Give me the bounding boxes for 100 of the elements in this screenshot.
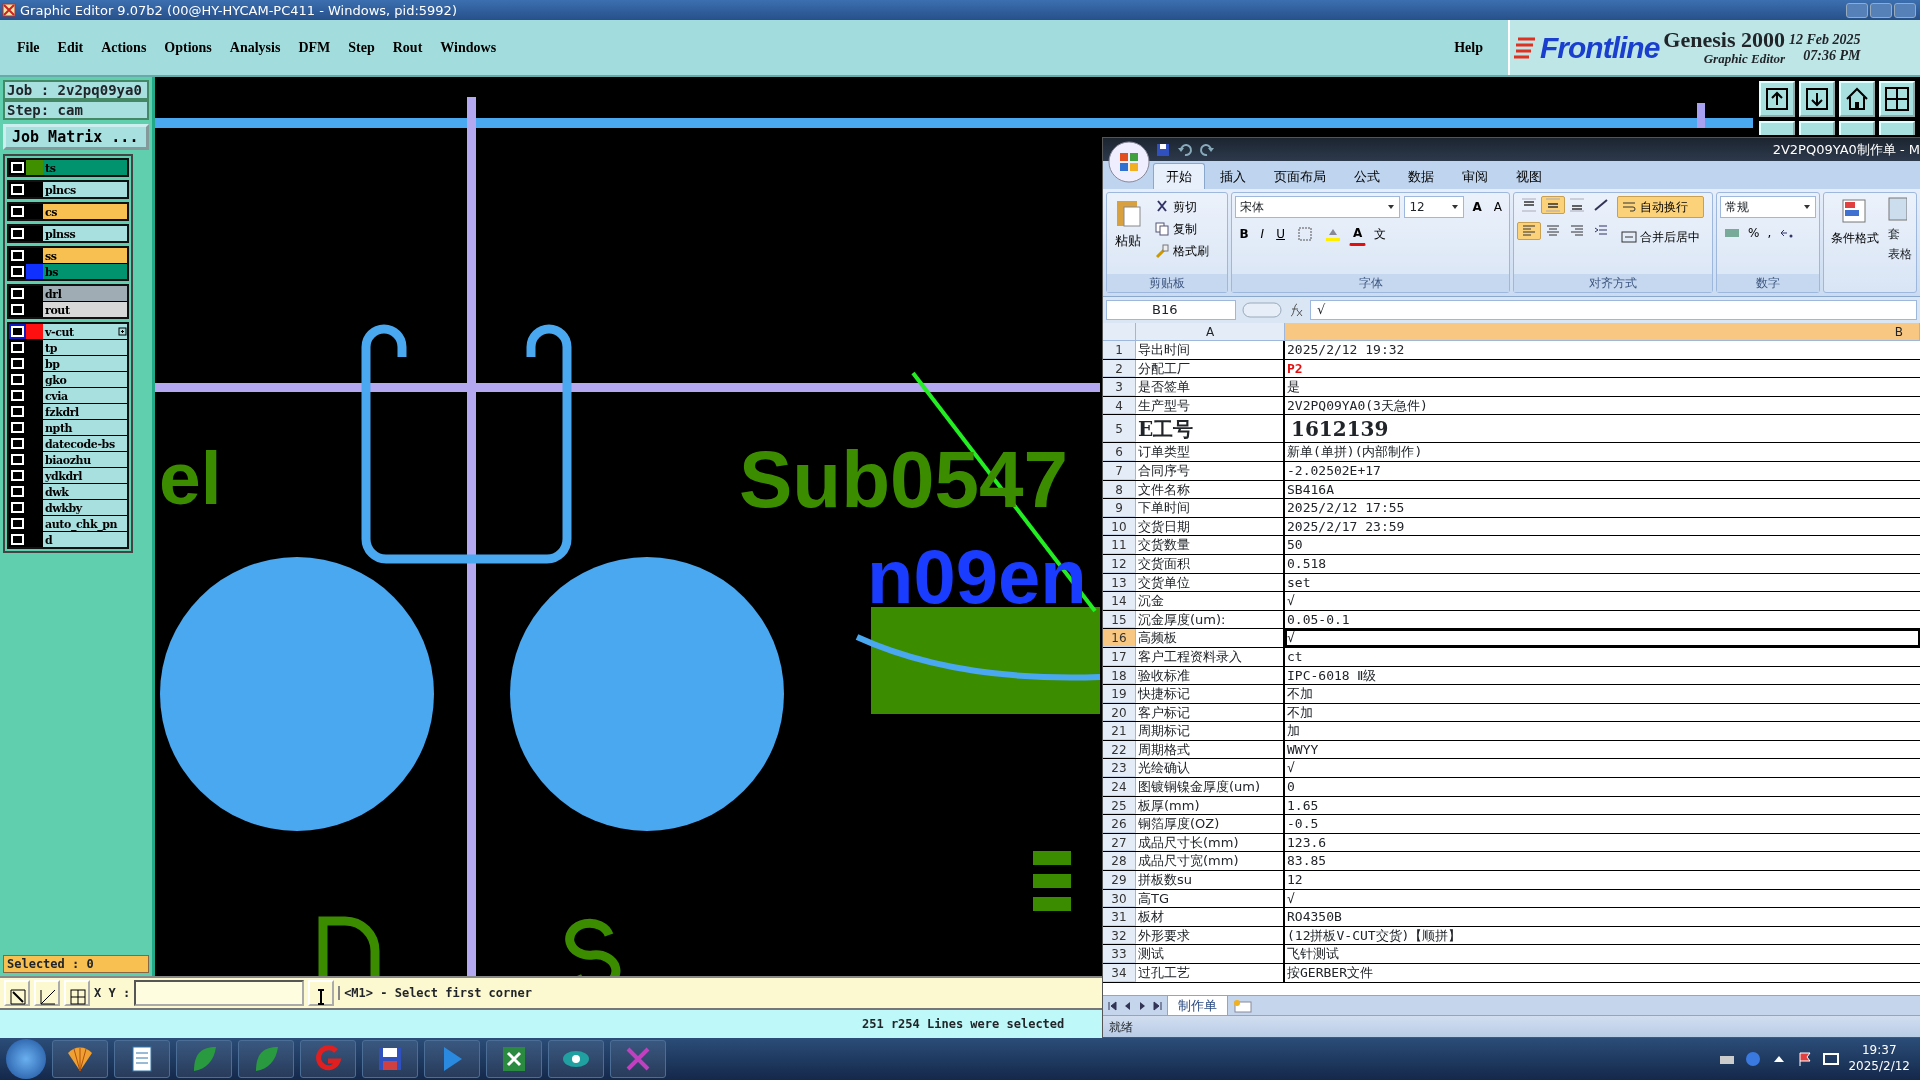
monitor-icon[interactable] — [1822, 1050, 1841, 1068]
copy-button[interactable]: 复制 — [1150, 218, 1213, 240]
toolbar-button[interactable] — [1879, 81, 1915, 117]
name-box[interactable]: B16 — [1106, 300, 1236, 320]
layer-checkbox[interactable] — [9, 420, 26, 435]
row-header[interactable]: 31 — [1103, 908, 1136, 926]
row-header[interactable]: 14 — [1103, 592, 1136, 610]
column-header[interactable]: A — [1136, 323, 1285, 340]
layer-name[interactable]: d — [43, 532, 127, 547]
layer-name[interactable]: v-cut — [43, 324, 118, 339]
row-header[interactable]: 21 — [1103, 722, 1136, 740]
layer-checkbox[interactable] — [9, 356, 26, 371]
ribbon-tab[interactable]: 开始 — [1153, 162, 1205, 189]
percent-button[interactable]: % — [1744, 222, 1764, 244]
save-icon[interactable] — [1155, 141, 1171, 158]
layer-name[interactable]: plnss — [43, 226, 127, 241]
layer-checkbox[interactable] — [9, 264, 26, 279]
start-button[interactable] — [6, 1039, 46, 1079]
row-header[interactable]: 28 — [1103, 852, 1136, 871]
redo-icon[interactable] — [1199, 141, 1215, 158]
font-field[interactable]: 宋体 — [1235, 196, 1401, 218]
shrink-font-button[interactable]: A — [1489, 196, 1506, 218]
layer-name[interactable]: datecode-bs — [43, 436, 127, 451]
row-header[interactable]: 26 — [1103, 815, 1136, 833]
row-header[interactable]: 33 — [1103, 945, 1136, 963]
merge-center-button[interactable]: 合并后居中 — [1616, 226, 1704, 248]
toolbar-button[interactable] — [1759, 81, 1795, 117]
layer-checkbox[interactable] — [9, 302, 26, 317]
taskbar-app[interactable] — [114, 1040, 170, 1078]
layer-checkbox[interactable] — [9, 532, 26, 547]
menu-item[interactable]: Windows — [431, 39, 506, 56]
layer-name[interactable]: tp — [43, 340, 127, 355]
tool-button[interactable] — [4, 980, 30, 1006]
layer-checkbox[interactable] — [9, 484, 26, 499]
tool-button[interactable] — [64, 980, 90, 1006]
row-header[interactable]: 24 — [1103, 778, 1136, 796]
row-header[interactable]: 34 — [1103, 964, 1136, 982]
layer-checkbox[interactable] — [9, 468, 26, 483]
tool-button[interactable] — [34, 980, 60, 1006]
column-header[interactable]: B — [1285, 323, 1920, 340]
phonetic-button[interactable]: 文 — [1370, 222, 1391, 246]
menu-item[interactable]: Analysis — [220, 39, 290, 56]
undo-icon[interactable] — [1177, 141, 1193, 158]
row-header[interactable]: 19 — [1103, 685, 1136, 703]
layer-name[interactable]: dwkby — [43, 500, 127, 515]
row-header[interactable]: 6 — [1103, 443, 1136, 461]
paste-button[interactable]: 粘贴 — [1110, 196, 1146, 271]
menu-item[interactable]: Rout — [383, 39, 432, 56]
row-header[interactable]: 1 — [1103, 341, 1136, 359]
help-icon[interactable] — [1744, 1050, 1763, 1068]
menu-item[interactable]: DFM — [289, 39, 340, 56]
layer-checkbox[interactable] — [9, 182, 26, 197]
menu-item[interactable]: Step — [339, 39, 384, 56]
sheet-tab[interactable]: 制作单 — [1167, 994, 1228, 1017]
layer-name[interactable]: ts — [43, 160, 127, 175]
layer-name[interactable]: auto_chk_pn — [43, 516, 127, 531]
row-header[interactable]: 23 — [1103, 759, 1136, 778]
taskbar-app[interactable] — [548, 1040, 604, 1078]
bold-button[interactable]: B — [1235, 222, 1253, 246]
horizontal-align-button[interactable] — [1516, 222, 1541, 240]
layer-name[interactable]: npth — [43, 420, 127, 435]
menu-item[interactable]: Help — [1445, 39, 1492, 56]
wrap-text-button[interactable]: 自动换行 — [1616, 196, 1704, 218]
menu-item[interactable]: Edit — [48, 39, 93, 56]
layer-checkbox[interactable] — [9, 226, 26, 241]
vertical-align-button[interactable] — [1540, 196, 1565, 214]
ribbon-tab[interactable]: 页面布局 — [1261, 162, 1339, 189]
layer-checkbox[interactable] — [9, 516, 26, 531]
layer-checkbox[interactable] — [9, 452, 26, 467]
layer-checkbox[interactable] — [9, 204, 26, 219]
cursor-button[interactable] — [308, 980, 335, 1006]
row-header[interactable]: 11 — [1103, 536, 1136, 554]
layer-checkbox[interactable] — [9, 324, 26, 339]
font-size-field[interactable]: 12 — [1404, 196, 1465, 218]
layer-name[interactable]: rout — [43, 302, 127, 317]
row-header[interactable]: 29 — [1103, 871, 1136, 889]
coordinate-field[interactable] — [134, 980, 305, 1006]
number-format-field[interactable]: 常规 — [1720, 196, 1816, 218]
formula-divider-handle[interactable] — [1242, 301, 1282, 319]
layer-name[interactable]: cvia — [43, 388, 127, 403]
layer-checkbox[interactable] — [9, 248, 26, 263]
row-header[interactable]: 5 — [1103, 415, 1136, 443]
menu-item[interactable]: Actions — [92, 39, 156, 56]
first-sheet-icon[interactable] — [1107, 999, 1119, 1012]
row-header[interactable]: 16 — [1103, 629, 1136, 647]
layer-checkbox[interactable] — [9, 286, 26, 301]
taskbar-app[interactable] — [486, 1040, 542, 1078]
layer-name[interactable]: plncs — [43, 182, 127, 197]
font-color-button[interactable]: A — [1348, 222, 1367, 246]
layer-name[interactable]: bp — [43, 356, 127, 371]
underline-button[interactable]: U — [1272, 222, 1289, 246]
taskbar-app[interactable] — [362, 1040, 418, 1078]
conditional-format-button[interactable]: 条件格式 — [1827, 196, 1883, 289]
layer-checkbox[interactable] — [9, 372, 26, 387]
italic-button[interactable]: I — [1256, 222, 1269, 246]
layer-checkbox[interactable] — [9, 404, 26, 419]
layer-name[interactable]: gko — [43, 372, 127, 387]
layer-name[interactable]: drl — [43, 286, 127, 301]
toolbar-button[interactable] — [1839, 81, 1875, 117]
brush-button[interactable]: 格式刷 — [1150, 240, 1213, 262]
